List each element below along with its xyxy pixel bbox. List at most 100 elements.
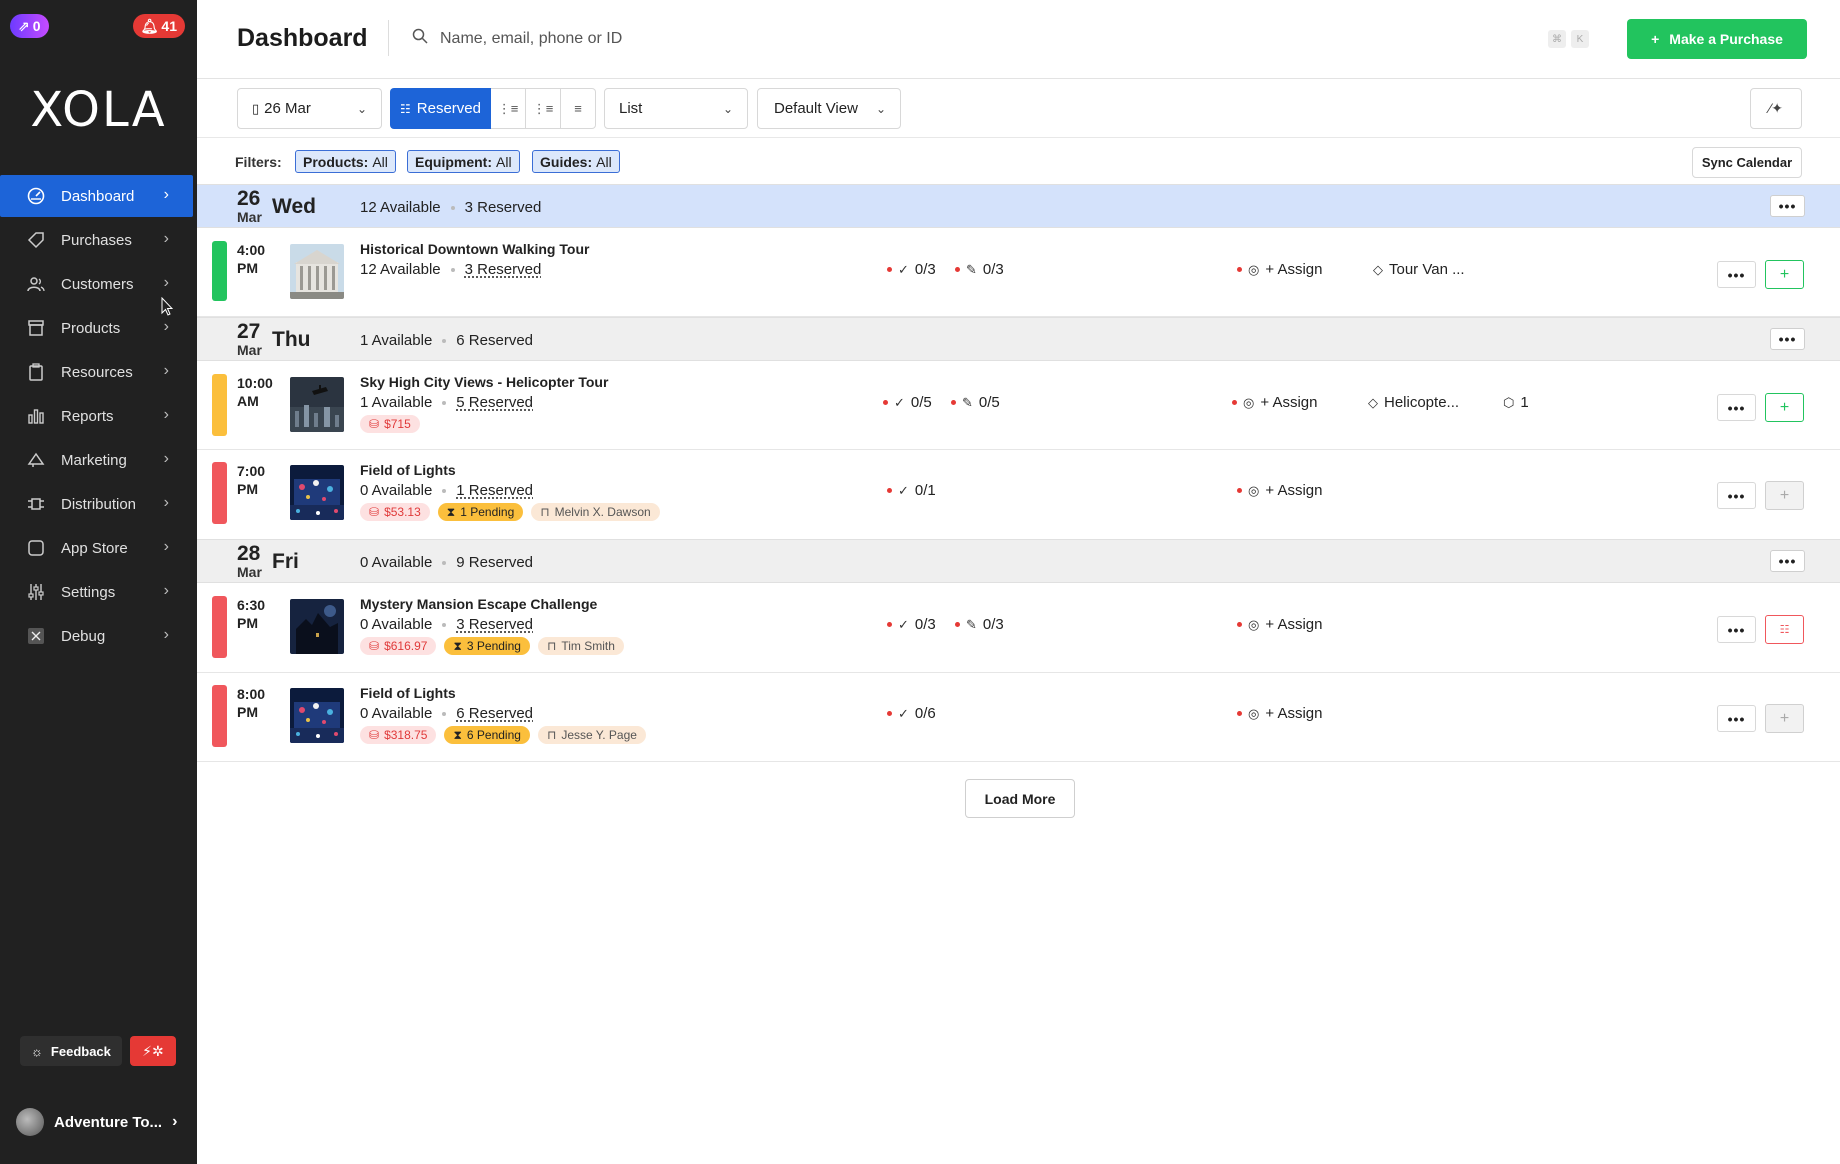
day-header-28: 28 Mar Fri 0 Available 9 Reserved ••• bbox=[197, 539, 1840, 583]
event-row[interactable]: 10:00 AM Sky High City Views - Helicopter… bbox=[197, 362, 1840, 450]
balance-tag[interactable]: ⛁ $616.97 bbox=[360, 637, 437, 655]
event-more-button[interactable]: ••• bbox=[1717, 394, 1756, 421]
sidebar-item-distribution[interactable]: Distribution › bbox=[0, 483, 197, 525]
event-title[interactable]: Mystery Mansion Escape Challenge bbox=[360, 596, 597, 612]
rocket-icon: ⇗ bbox=[18, 17, 30, 34]
event-title[interactable]: Field of Lights bbox=[360, 462, 456, 478]
event-reserved[interactable]: 6 Reserved bbox=[456, 705, 533, 722]
event-title[interactable]: Sky High City Views - Helicopter Tour bbox=[360, 374, 608, 390]
rocket-badge[interactable]: ⇗ 0 bbox=[10, 14, 49, 38]
sidebar-item-app-store[interactable]: App Store › bbox=[0, 527, 197, 569]
chip-name: Products: bbox=[303, 153, 369, 170]
event-reserved[interactable]: 3 Reserved bbox=[465, 261, 542, 278]
day-more-button[interactable]: ••• bbox=[1770, 195, 1805, 217]
sidebar-item-dashboard[interactable]: Dashboard › bbox=[0, 175, 193, 217]
assign-guide-button[interactable]: ◎ + Assign bbox=[1237, 705, 1322, 722]
sync-calendar-button[interactable]: Sync Calendar bbox=[1692, 147, 1802, 178]
divider bbox=[388, 20, 389, 56]
bug-icon: ⚡✲ bbox=[142, 1042, 164, 1059]
view-option-2-button[interactable]: ⋮≡ bbox=[526, 88, 561, 129]
event-row[interactable]: 6:30 PM Mystery Mansion Escape Challenge … bbox=[197, 584, 1840, 673]
layout-select[interactable]: List ⌄ bbox=[604, 88, 748, 129]
filter-chip-guides[interactable]: Guides: All bbox=[532, 150, 620, 173]
day-month: Mar bbox=[237, 209, 262, 225]
balance-tag[interactable]: ⛁ $318.75 bbox=[360, 726, 437, 744]
sidebar-item-reports[interactable]: Reports › bbox=[0, 395, 197, 437]
add-booking-button[interactable]: + bbox=[1765, 704, 1804, 733]
pending-tag[interactable]: ⧗ 6 Pending bbox=[444, 726, 530, 744]
make-purchase-button[interactable]: + Make a Purchase bbox=[1627, 19, 1807, 59]
xola-logo[interactable]: XOLA bbox=[0, 82, 197, 138]
checkin-metric[interactable]: ✓ 0/6 bbox=[887, 705, 936, 722]
checkin-metric[interactable]: ✓ 0/3 bbox=[887, 261, 936, 278]
guest-tag[interactable]: ⊓ Tim Smith bbox=[537, 637, 624, 655]
view-select[interactable]: Default View ⌄ bbox=[757, 88, 901, 129]
sidebar-item-marketing[interactable]: Marketing › bbox=[0, 439, 197, 481]
reserved-toggle[interactable]: ☷ Reserved bbox=[390, 88, 491, 129]
day-more-button[interactable]: ••• bbox=[1770, 550, 1805, 572]
assign-guide-button[interactable]: ◎ + Assign bbox=[1237, 261, 1322, 278]
add-booking-button[interactable]: + bbox=[1765, 393, 1804, 422]
waiver-metric[interactable]: ✎ 0/3 bbox=[955, 616, 1004, 633]
assign-guide-button[interactable]: ◎ + Assign bbox=[1232, 394, 1317, 411]
event-title[interactable]: Historical Downtown Walking Tour bbox=[360, 241, 589, 257]
date-picker[interactable]: ▯ 26 Mar ⌄ bbox=[237, 88, 382, 129]
guest-tag[interactable]: ⊓ Jesse Y. Page bbox=[537, 726, 646, 744]
feedback-button[interactable]: ☼ Feedback bbox=[20, 1036, 122, 1066]
report-bug-button[interactable]: ⚡✲ bbox=[129, 1036, 176, 1066]
layout-label: List bbox=[619, 100, 643, 117]
balance-tag[interactable]: ⛁ $715 bbox=[360, 415, 420, 433]
notifications-badge[interactable]: 🔔︎ 41 bbox=[132, 14, 185, 38]
assign-guide-button[interactable]: ◎ + Assign bbox=[1237, 616, 1322, 633]
event-more-button[interactable]: ••• bbox=[1717, 616, 1756, 643]
search-input[interactable] bbox=[440, 22, 1040, 56]
checkin-metric[interactable]: ✓ 0/3 bbox=[887, 616, 936, 633]
add-booking-button[interactable]: + bbox=[1765, 481, 1804, 510]
waiver-metric[interactable]: ✎ 0/3 bbox=[955, 261, 1004, 278]
account-switcher[interactable]: Adventure To... › bbox=[16, 1108, 186, 1136]
event-title[interactable]: Field of Lights bbox=[360, 685, 456, 701]
assign-label: + Assign bbox=[1260, 394, 1318, 411]
ellipsis-icon: ••• bbox=[1727, 266, 1746, 283]
add-booking-button[interactable]: ☷ bbox=[1765, 615, 1804, 644]
checkin-metric[interactable]: ✓ 0/1 bbox=[887, 482, 936, 499]
waiver-metric[interactable]: ✎ 0/5 bbox=[951, 394, 1000, 411]
magic-wand-button[interactable]: ⁄✦ bbox=[1750, 88, 1802, 129]
pending-tag[interactable]: ⧗ 1 Pending bbox=[437, 503, 524, 521]
event-row[interactable]: 8:00 PM Field of Lights 0 Available 6 Res… bbox=[197, 673, 1840, 762]
sidebar-item-resources[interactable]: Resources › bbox=[0, 351, 197, 393]
resource-metric[interactable]: ◇ Helicopte... bbox=[1368, 394, 1459, 411]
sidebar-item-debug[interactable]: Debug › bbox=[0, 615, 197, 657]
reserved-label: Reserved bbox=[416, 100, 481, 117]
event-more-button[interactable]: ••• bbox=[1717, 482, 1756, 509]
compass-icon: ◎ bbox=[1248, 616, 1260, 632]
filter-chip-equipment[interactable]: Equipment: All bbox=[407, 150, 520, 173]
event-row[interactable]: 4:00 PM Historical Downtown Walking Tour … bbox=[197, 229, 1840, 317]
filter-chip-products[interactable]: Products: All bbox=[295, 150, 396, 173]
time-period: PM bbox=[237, 481, 258, 497]
assign-guide-button[interactable]: ◎ + Assign bbox=[1237, 482, 1322, 499]
resource-metric[interactable]: ◇ Tour Van ... bbox=[1373, 261, 1465, 278]
event-reserved[interactable]: 5 Reserved bbox=[456, 394, 533, 411]
view-option-1-button[interactable]: ⋮≡ bbox=[491, 88, 526, 129]
event-row[interactable]: 7:00 PM Field of Lights 0 Available 1 Res… bbox=[197, 450, 1840, 540]
day-more-button[interactable]: ••• bbox=[1770, 328, 1805, 350]
event-reserved[interactable]: 1 Reserved bbox=[456, 482, 533, 499]
balance-tag[interactable]: ⛁ $53.13 bbox=[360, 503, 430, 521]
checkin-metric[interactable]: ✓ 0/5 bbox=[883, 394, 932, 411]
event-reserved[interactable]: 3 Reserved bbox=[456, 616, 533, 633]
event-tags: ⛁ $318.75 ⧗ 6 Pending ⊓ Jesse Y. Page bbox=[360, 726, 646, 744]
event-more-button[interactable]: ••• bbox=[1717, 261, 1756, 288]
view-option-3-button[interactable]: ≡ bbox=[561, 88, 596, 129]
guest-tag[interactable]: ⊓ Melvin X. Dawson bbox=[531, 503, 660, 521]
sidebar-item-settings[interactable]: Settings › bbox=[0, 571, 197, 613]
equipment-metric[interactable]: ⬡ 1 bbox=[1503, 394, 1529, 411]
load-more-button[interactable]: Load More bbox=[965, 779, 1075, 818]
pending-count: 6 Pending bbox=[466, 728, 521, 742]
event-more-button[interactable]: ••• bbox=[1717, 705, 1756, 732]
sidebar-item-purchases[interactable]: Purchases › bbox=[0, 219, 197, 261]
compass-icon: ◎ bbox=[1248, 705, 1260, 721]
pending-tag[interactable]: ⧗ 3 Pending bbox=[444, 637, 530, 655]
time-hour: 6:30 bbox=[237, 597, 266, 613]
add-booking-button[interactable]: + bbox=[1765, 260, 1804, 289]
